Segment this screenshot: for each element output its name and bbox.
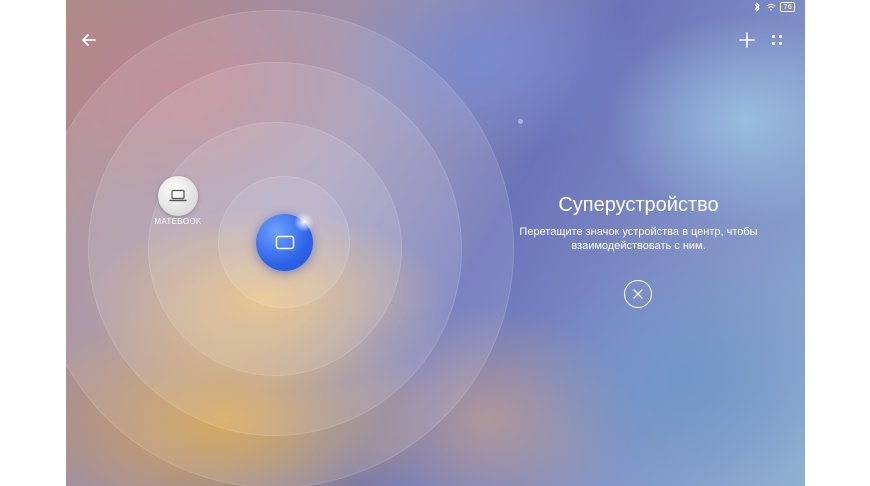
plus-icon[interactable]	[737, 30, 757, 50]
center-glow	[294, 212, 314, 232]
decorative-dot	[518, 119, 523, 124]
device-label: MATEBOOK	[154, 217, 202, 226]
back-arrow-icon[interactable]	[78, 29, 100, 51]
bluetooth-icon	[754, 2, 760, 12]
page-title: Суперустройство	[558, 194, 719, 216]
device-matebook[interactable]	[158, 176, 198, 216]
status-bar: 76	[752, 2, 795, 12]
instruction-text: Перетащите значок устройства в центр, чт…	[519, 226, 758, 252]
close-button[interactable]	[624, 280, 652, 308]
grid-dots-icon[interactable]	[767, 30, 787, 50]
superdevice-screen: 76 MATEBOOK Суперустройство Перетащите з…	[66, 0, 805, 486]
laptop-icon	[169, 189, 187, 202]
tablet-icon	[275, 235, 294, 250]
battery-icon: 76	[780, 2, 795, 12]
close-icon	[633, 289, 643, 299]
wifi-icon	[766, 3, 776, 11]
